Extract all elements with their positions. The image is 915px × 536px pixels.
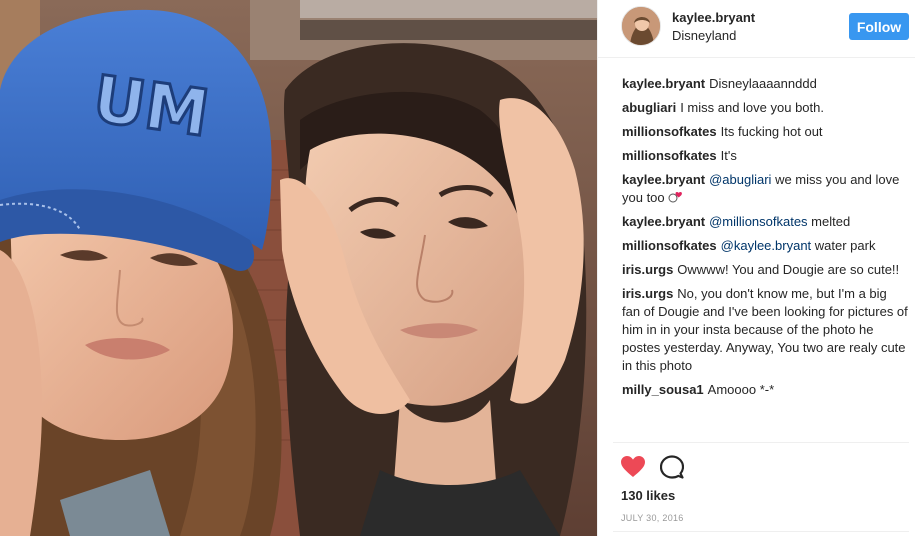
comment-username[interactable]: millionsofkates bbox=[622, 124, 717, 139]
post-photo[interactable]: UM bbox=[0, 0, 597, 536]
comment-username[interactable]: abugliari bbox=[622, 100, 676, 115]
comment-item: kaylee.bryant Disneylaaaannddd bbox=[622, 75, 908, 93]
speech-bubble-icon[interactable] bbox=[659, 455, 685, 479]
comment-text: water park bbox=[811, 238, 876, 253]
comment-list: kaylee.bryant Disneylaaaannddd abugliari I … bbox=[622, 75, 908, 405]
comment-username[interactable]: iris.urgs bbox=[622, 286, 673, 301]
likes-count[interactable]: 130 likes bbox=[621, 488, 675, 503]
post-header: kaylee.bryant Disneyland Follow bbox=[598, 0, 915, 58]
comment-mention[interactable]: @kaylee.bryant bbox=[721, 238, 812, 253]
comment-item: kaylee.bryant @abugliari we miss you and … bbox=[622, 171, 908, 207]
comment-item: kaylee.bryant @millionsofkates melted bbox=[622, 213, 908, 231]
heart-face-emoji-icon bbox=[668, 190, 683, 203]
comment-item: iris.urgs No, you don't know me, but I'm … bbox=[622, 285, 908, 375]
comment-username[interactable]: millionsofkates bbox=[622, 148, 717, 163]
comment-username[interactable]: iris.urgs bbox=[622, 262, 673, 277]
post-username[interactable]: kaylee.bryant bbox=[672, 10, 755, 25]
comment-text: It's bbox=[720, 148, 737, 163]
action-bar bbox=[613, 442, 909, 494]
comment-item: millionsofkates Its fucking hot out bbox=[622, 123, 908, 141]
divider bbox=[613, 531, 909, 532]
comment-item: milly_sousa1 Amoooo *-* bbox=[622, 381, 908, 399]
comment-text: Disneylaaaannddd bbox=[709, 76, 817, 91]
comment-username[interactable]: milly_sousa1 bbox=[622, 382, 704, 397]
comment-mention[interactable]: @millionsofkates bbox=[709, 214, 807, 229]
comment-text: I miss and love you both. bbox=[680, 100, 824, 115]
comment-item: iris.urgs Owwww! You and Dougie are so cu… bbox=[622, 261, 908, 279]
post-side-panel: kaylee.bryant Disneyland Follow kaylee.b… bbox=[597, 0, 915, 536]
follow-button[interactable]: Follow bbox=[849, 13, 909, 40]
comment-username[interactable]: kaylee.bryant bbox=[622, 214, 705, 229]
comment-text: Its fucking hot out bbox=[720, 124, 823, 139]
comment-username[interactable]: kaylee.bryant bbox=[622, 172, 705, 187]
comment-item: millionsofkates @kaylee.bryant water park bbox=[622, 237, 908, 255]
comment-item: millionsofkates It's bbox=[622, 147, 908, 165]
comment-username[interactable]: millionsofkates bbox=[622, 238, 717, 253]
comment-mention[interactable]: @abugliari bbox=[709, 172, 771, 187]
comment-text: Amoooo *-* bbox=[707, 382, 775, 397]
comment-text: Owwww! You and Dougie are so cute!! bbox=[677, 262, 900, 277]
heart-icon[interactable] bbox=[620, 455, 646, 479]
comment-item: abugliari I miss and love you both. bbox=[622, 99, 908, 117]
post-location[interactable]: Disneyland bbox=[672, 28, 736, 43]
post-date[interactable]: JULY 30, 2016 bbox=[621, 513, 684, 523]
comment-text: melted bbox=[807, 214, 851, 229]
avatar[interactable] bbox=[621, 6, 661, 46]
comment-username[interactable]: kaylee.bryant bbox=[622, 76, 705, 91]
